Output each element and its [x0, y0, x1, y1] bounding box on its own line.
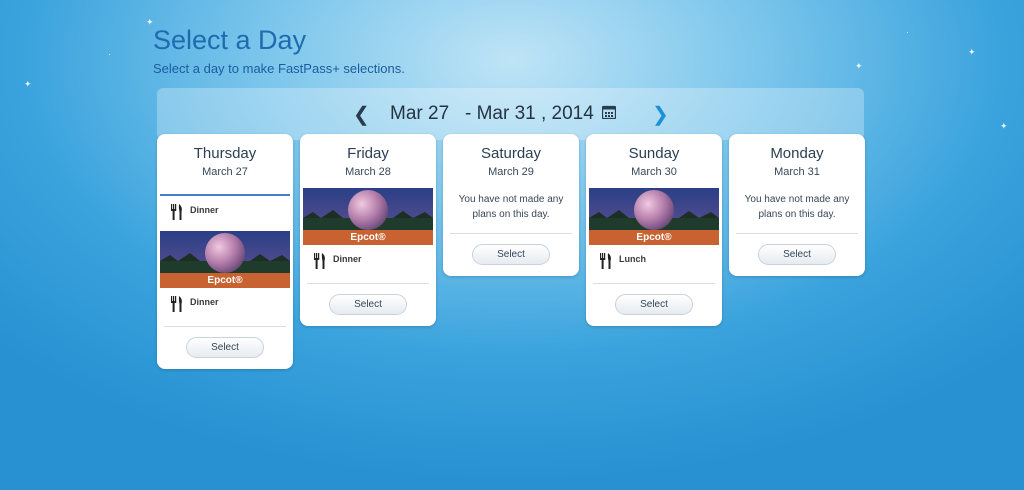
park-tile: Epcot®: [160, 231, 290, 288]
sparkle-icon: ✦: [968, 47, 976, 57]
park-tile: Epcot®: [303, 188, 433, 245]
divider: [160, 194, 290, 196]
divider: [450, 233, 572, 234]
day-name: Sunday: [628, 145, 680, 162]
select-button[interactable]: Select: [758, 244, 836, 265]
plan-label: Dinner: [190, 205, 219, 215]
sparkle-icon: ·: [108, 49, 111, 59]
chevron-left-icon[interactable]: ❮: [353, 102, 370, 127]
date-range-label: Mar 27 - Mar 31 , 2014: [390, 103, 594, 124]
divider: [164, 326, 286, 327]
day-date: March 29: [488, 166, 534, 178]
divider: [736, 233, 858, 234]
select-button[interactable]: Select: [615, 294, 693, 315]
epcot-image: [160, 231, 290, 273]
sparkle-icon: ✦: [855, 61, 863, 71]
fork-knife-icon: [600, 253, 611, 269]
plan-label: Dinner: [190, 297, 219, 307]
day-card-sunday: Sunday March 30 Epcot® Lunch Select: [586, 134, 722, 326]
divider: [307, 283, 429, 284]
day-date: March 31: [774, 166, 820, 178]
day-name: Saturday: [480, 145, 542, 162]
day-date: March 28: [345, 166, 391, 178]
day-card-monday: Monday March 31 You have not made any pl…: [729, 134, 865, 276]
sparkle-icon: ✦: [24, 79, 32, 89]
select-button[interactable]: Select: [329, 294, 407, 315]
date-range-bar: ❮ Mar 27 - Mar 31 , 2014 ❯: [157, 88, 864, 140]
page-header: Select a Day Select a day to make FastPa…: [153, 24, 405, 76]
epcot-image: [589, 188, 719, 230]
no-plans-message: You have not made any plans on this day.: [744, 194, 850, 220]
day-card-friday: Friday March 28 Epcot® Dinner Select: [300, 134, 436, 326]
plan-label: Lunch: [619, 254, 646, 264]
park-label: Epcot®: [589, 230, 719, 245]
day-date: March 30: [631, 166, 677, 178]
chevron-right-icon[interactable]: ❯: [652, 102, 669, 127]
epcot-image: [303, 188, 433, 230]
day-card-saturday: Saturday March 29 You have not made any …: [443, 134, 579, 276]
page-subtitle: Select a day to make FastPass+ selection…: [153, 61, 405, 76]
day-date: March 27: [202, 166, 248, 178]
park-label: Epcot®: [303, 230, 433, 245]
fork-knife-icon: [314, 253, 325, 269]
select-button[interactable]: Select: [186, 337, 264, 358]
sparkle-icon: ✦: [1000, 121, 1008, 131]
dining-plan: Dinner: [157, 293, 293, 315]
day-card-thursday: Thursday March 27 Dinner Epcot® Dinner S…: [157, 134, 293, 369]
dining-plan: Dinner: [300, 250, 436, 272]
select-button[interactable]: Select: [472, 244, 550, 265]
plan-label: Dinner: [333, 254, 362, 264]
dining-plan: Dinner: [157, 201, 293, 223]
divider: [593, 283, 715, 284]
fork-knife-icon: [171, 204, 182, 220]
day-name: Thursday: [193, 145, 257, 162]
park-label: Epcot®: [160, 273, 290, 288]
day-name: Monday: [770, 145, 824, 162]
no-plans-message: You have not made any plans on this day.: [458, 194, 564, 220]
fork-knife-icon: [171, 296, 182, 312]
sparkle-icon: ·: [906, 27, 909, 37]
day-name: Friday: [347, 145, 389, 162]
park-tile: Epcot®: [589, 188, 719, 245]
calendar-icon[interactable]: [601, 105, 617, 120]
page-title: Select a Day: [153, 25, 307, 55]
dining-plan: Lunch: [586, 250, 722, 272]
